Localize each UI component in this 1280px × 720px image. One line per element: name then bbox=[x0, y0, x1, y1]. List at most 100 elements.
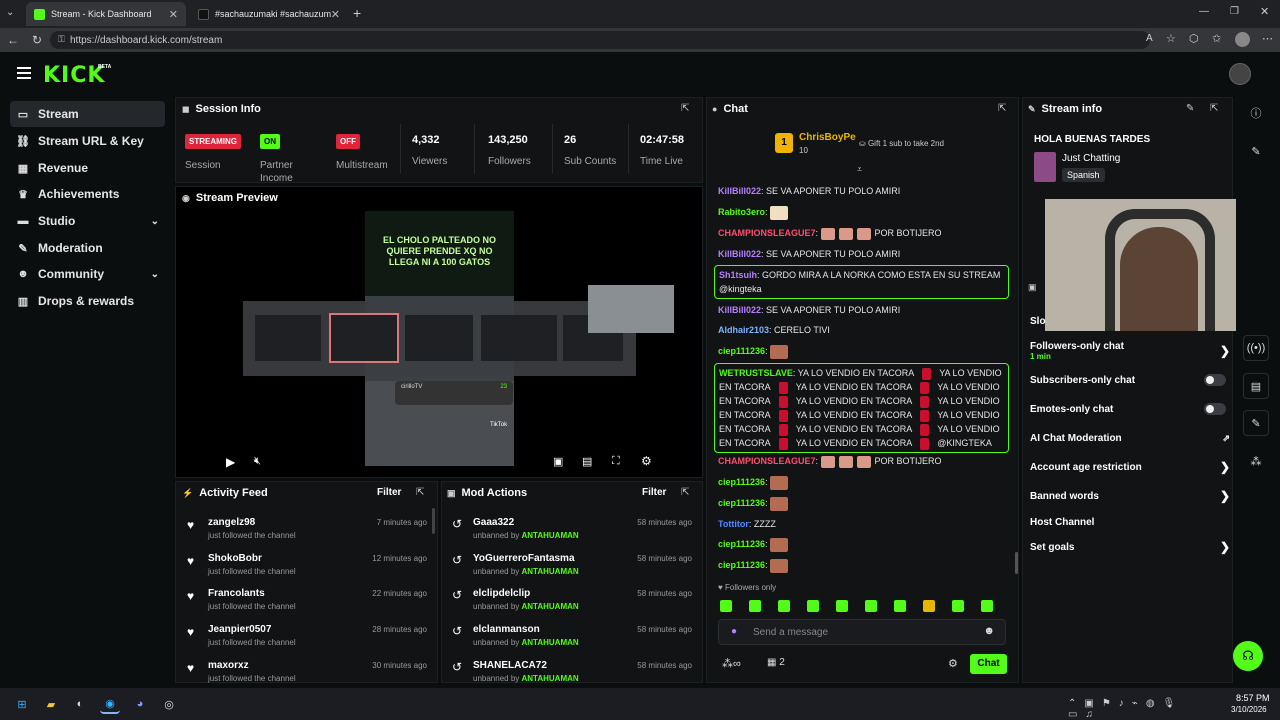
popout-icon[interactable]: ⇱ bbox=[416, 487, 424, 498]
close-tab-icon[interactable]: ✕ bbox=[331, 8, 340, 21]
emote-icon[interactable] bbox=[778, 599, 790, 612]
edit-pencil-icon[interactable]: ✎ bbox=[1186, 103, 1194, 114]
play-icon[interactable]: ▶ bbox=[226, 455, 235, 469]
browser-tab-kick[interactable]: Stream - Kick Dashboard ✕ bbox=[26, 2, 186, 26]
scrollbar[interactable] bbox=[432, 508, 435, 534]
category-name[interactable]: Just Chatting bbox=[1062, 153, 1120, 164]
close-window-icon[interactable]: ✕ bbox=[1260, 5, 1269, 18]
mod-action-row[interactable]: ↺ elclanmanson unbanned by ANTAHUAMAN 58 mi… bbox=[450, 623, 695, 659]
moderator-name[interactable]: ANTAHUAMAN bbox=[522, 531, 579, 540]
chat-message[interactable]: WETRUSTSLAVE: YA LO VENDIO EN TACORA YA L… bbox=[714, 363, 1009, 453]
chat-username[interactable]: Tottitor bbox=[718, 519, 749, 529]
sidebar-item-stream-url-key[interactable]: ⛓ Stream URL & Key bbox=[10, 128, 165, 154]
emoji-picker-icon[interactable]: ☻ bbox=[983, 625, 995, 637]
chat-input[interactable]: ● Send a message ☻ bbox=[718, 619, 1006, 645]
popout-icon[interactable]: ⇱ bbox=[998, 103, 1006, 114]
chat-message[interactable]: Aldhair2103: CERELO TIVI bbox=[718, 323, 1008, 337]
hamburger-menu-icon[interactable] bbox=[17, 67, 31, 79]
settings-gear-icon[interactable]: ⚙ bbox=[641, 454, 652, 468]
emotes-only-toggle[interactable] bbox=[1204, 403, 1226, 415]
emote-icon[interactable] bbox=[836, 599, 848, 612]
mod-target-name[interactable]: YoGuerreroFantasma bbox=[473, 553, 575, 564]
chat-message[interactable]: Sh1tsuih: GORDO MIRA A LA NORKA COMO EST… bbox=[714, 265, 1009, 299]
broadcast-icon[interactable]: ((•)) bbox=[1243, 335, 1269, 361]
favorites-icon[interactable]: ✩ bbox=[1212, 32, 1221, 45]
subscribers-only-chat-row[interactable]: Subscribers-only chat bbox=[1030, 373, 1230, 387]
maximize-window-icon[interactable]: ❐ bbox=[1230, 6, 1239, 17]
chat-username[interactable]: ciep111236 bbox=[718, 346, 765, 356]
chat-username[interactable]: ciep111236 bbox=[718, 539, 765, 549]
chat-username[interactable]: ciep111236 bbox=[718, 498, 765, 508]
activity-row[interactable]: ♥ Francolants just followed the channel 22 … bbox=[185, 587, 430, 623]
moderator-name[interactable]: ANTAHUAMAN bbox=[522, 638, 579, 647]
chat-username[interactable]: Sh1tsuih bbox=[719, 270, 757, 280]
ai-chat-moderation-row[interactable]: AI Chat Moderation ⇗ bbox=[1030, 431, 1230, 445]
favorite-star-icon[interactable]: ☆ bbox=[1166, 32, 1176, 45]
sidebar-item-stream[interactable]: ▭ Stream bbox=[10, 101, 165, 127]
chat-message[interactable]: ciep111236: bbox=[718, 537, 1008, 552]
mod-action-row[interactable]: ↺ elclipdelclip unbanned by ANTAHUAMAN 58 m… bbox=[450, 587, 695, 623]
theater-mode-icon[interactable]: ▤ bbox=[582, 455, 592, 468]
moderator-name[interactable]: ANTAHUAMAN bbox=[522, 674, 579, 683]
emote-icon[interactable] bbox=[749, 599, 761, 612]
popout-icon[interactable]: ⇱ bbox=[1210, 103, 1218, 114]
new-tab-button[interactable]: + bbox=[353, 5, 361, 21]
mod-target-name[interactable]: elclipdelclip bbox=[473, 588, 530, 599]
chat-scrollbar[interactable] bbox=[1015, 552, 1018, 574]
follower-name[interactable]: maxorxz bbox=[208, 660, 249, 671]
mod-target-name[interactable]: Gaaa322 bbox=[473, 517, 514, 528]
chat-username[interactable]: CHAMPIONSLEAGUE7 bbox=[718, 228, 816, 238]
chat-username[interactable]: ciep111236 bbox=[718, 477, 765, 487]
chat-username[interactable]: CHAMPIONSLEAGUE7 bbox=[718, 456, 816, 466]
emote-icon[interactable] bbox=[807, 599, 819, 612]
clock-time[interactable]: 8:57 PM bbox=[1236, 693, 1270, 703]
sidebar-item-studio[interactable]: ▬ Studio ⌄ bbox=[10, 208, 165, 234]
emote-icon[interactable] bbox=[894, 599, 906, 612]
chat-message[interactable]: Tottitor: ZZZZ bbox=[718, 517, 1008, 531]
pinned-gifter[interactable]: 1 ChrisBoyPe 10 ⛀ Gift 1 sub to take 2nd bbox=[775, 130, 975, 158]
mod-action-row[interactable]: ↺ Gaaa322 unbanned by ANTAHUAMAN 58 minutes… bbox=[450, 516, 695, 552]
chat-username[interactable]: WETRUSTSLAVE bbox=[719, 368, 793, 378]
follower-name[interactable]: Francolants bbox=[208, 588, 265, 599]
collapse-pinned-icon[interactable]: ⩡ bbox=[857, 164, 862, 175]
read-aloud-icon[interactable]: A bbox=[1146, 33, 1153, 44]
activity-row[interactable]: ♥ ShokoBobr just followed the channel 12 mi… bbox=[185, 552, 430, 588]
tab-list-button[interactable]: ⌄ bbox=[6, 7, 20, 21]
chat-message[interactable]: KillBill022: SE VA APONER TU POLO AMIRI bbox=[718, 184, 1008, 198]
fullscreen-icon[interactable]: ⛶ bbox=[612, 455, 620, 468]
back-icon[interactable]: ← bbox=[4, 31, 22, 49]
mic-icon[interactable]: ● bbox=[731, 626, 737, 637]
popout-icon[interactable]: ⇱ bbox=[681, 487, 689, 498]
user-avatar[interactable] bbox=[1229, 63, 1251, 85]
moderator-name[interactable]: ANTAHUAMAN bbox=[522, 567, 579, 576]
emote-icon[interactable] bbox=[720, 599, 732, 612]
chat-username[interactable]: KillBill022 bbox=[718, 186, 761, 196]
chat-message[interactable]: ciep111236: bbox=[718, 496, 1008, 511]
chat-username[interactable]: Rabito3ero bbox=[718, 207, 765, 217]
send-chat-button[interactable]: Chat bbox=[970, 654, 1007, 674]
clock-date[interactable]: 3/10/2026 bbox=[1231, 705, 1267, 714]
emote-icon[interactable] bbox=[952, 599, 964, 612]
kick-logo[interactable]: KICK bbox=[43, 63, 105, 88]
sidebar-item-community[interactable]: ☻ Community ⌄ bbox=[10, 261, 165, 287]
activity-filter-button[interactable]: Filter bbox=[377, 487, 401, 498]
url-bar[interactable]: https://dashboard.kick.com/stream bbox=[50, 31, 1150, 49]
edit-icon[interactable]: ✎ bbox=[1243, 138, 1269, 164]
close-tab-icon[interactable]: ✕ bbox=[169, 8, 178, 21]
mod-filter-button[interactable]: Filter bbox=[642, 487, 666, 498]
sidebar-item-achievements[interactable]: ♛ Achievements bbox=[10, 181, 165, 207]
chat-message[interactable]: KillBill022: SE VA APONER TU POLO AMIRI bbox=[718, 247, 1008, 261]
chat-message[interactable]: KillBill022: SE VA APONER TU POLO AMIRI bbox=[718, 303, 1008, 317]
chat-message[interactable]: CHAMPIONSLEAGUE7: POR BOTIJERO bbox=[718, 226, 1008, 240]
subscribers-only-toggle[interactable] bbox=[1204, 374, 1226, 386]
chat-username[interactable]: Aldhair2103 bbox=[718, 325, 769, 335]
chat-username[interactable]: KillBill022 bbox=[718, 249, 761, 259]
chat-username[interactable]: KillBill022 bbox=[718, 305, 761, 315]
emotes-only-chat-row[interactable]: Emotes-only chat bbox=[1030, 402, 1230, 416]
chat-message[interactable]: Rabito3ero: bbox=[718, 205, 1008, 220]
emote-icon[interactable] bbox=[981, 599, 993, 612]
set-goals-row[interactable]: Set goals ❯ bbox=[1030, 540, 1230, 554]
wrench-icon[interactable]: ✎ bbox=[1243, 410, 1269, 436]
banned-words-row[interactable]: Banned words ❯ bbox=[1030, 489, 1230, 503]
sidebar-item-drops-rewards[interactable]: ▥ Drops & rewards bbox=[10, 288, 165, 314]
